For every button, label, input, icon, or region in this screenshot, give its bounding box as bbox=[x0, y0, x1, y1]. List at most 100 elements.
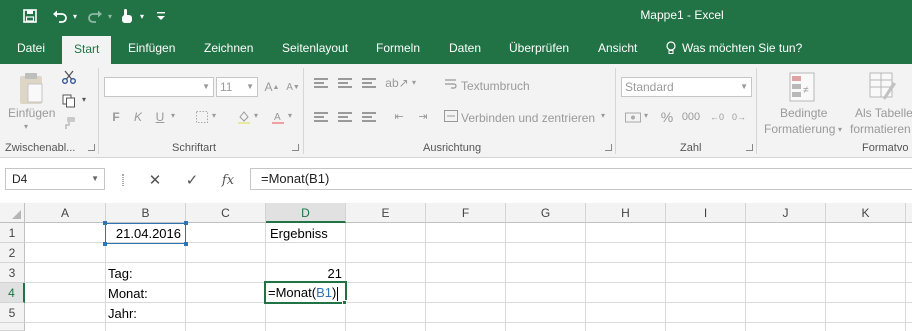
underline-button[interactable]: U bbox=[152, 108, 168, 126]
column-header-g[interactable]: G bbox=[506, 203, 586, 223]
column-header-d[interactable]: D bbox=[266, 203, 346, 223]
merge-center-icon[interactable] bbox=[443, 108, 459, 124]
enter-icon[interactable]: ✓ bbox=[182, 170, 202, 190]
conditional-formatting-label-2[interactable]: Formatierung bbox=[764, 122, 835, 136]
alignment-launcher-icon[interactable] bbox=[605, 144, 612, 151]
row-header-2[interactable]: 2 bbox=[0, 243, 25, 263]
grow-font-icon[interactable]: A ▲ bbox=[264, 77, 280, 97]
cell-b5[interactable]: Jahr: bbox=[107, 304, 184, 323]
increase-decimal-icon[interactable]: ←0 bbox=[708, 108, 726, 126]
format-painter-icon[interactable] bbox=[60, 114, 78, 132]
tab-seitenlayout[interactable]: Seitenlayout bbox=[282, 32, 348, 64]
font-name-combo[interactable]: ▼ bbox=[104, 77, 214, 97]
cell-d4-editor[interactable]: =Monat(B1) bbox=[268, 283, 339, 302]
tab-daten[interactable]: Daten bbox=[449, 32, 481, 64]
italic-button[interactable]: K bbox=[130, 108, 146, 126]
orientation-icon[interactable]: ab↗ bbox=[385, 75, 408, 91]
column-header-i[interactable]: I bbox=[666, 203, 746, 223]
number-format-combo[interactable]: Standard ▼ bbox=[621, 77, 752, 97]
conditional-formatting-dropdown-icon[interactable]: ▾ bbox=[838, 125, 842, 134]
column-header-j[interactable]: J bbox=[746, 203, 826, 223]
tab-einfuegen[interactable]: Einfügen bbox=[128, 32, 175, 64]
tab-ueberpruefen[interactable]: Überprüfen bbox=[509, 32, 569, 64]
row-header-1[interactable]: 1 bbox=[0, 223, 25, 243]
select-all-button[interactable] bbox=[0, 203, 25, 223]
thousands-separator-button[interactable]: 000 bbox=[680, 108, 702, 126]
font-group-label: Schriftart bbox=[172, 142, 217, 154]
row-header-4[interactable]: 4 bbox=[0, 283, 25, 303]
shrink-font-icon[interactable]: A ▼ bbox=[285, 77, 301, 97]
column-header-c[interactable]: C bbox=[186, 203, 266, 223]
column-header-e[interactable]: E bbox=[346, 203, 426, 223]
paste-icon[interactable] bbox=[14, 70, 48, 108]
wrap-text-icon[interactable] bbox=[443, 76, 459, 92]
increase-indent-icon[interactable]: ⇥ bbox=[414, 108, 432, 124]
font-color-icon[interactable]: A bbox=[270, 108, 286, 126]
fill-handle[interactable] bbox=[342, 300, 347, 305]
tab-formeln[interactable]: Formeln bbox=[376, 32, 420, 64]
tab-ansicht[interactable]: Ansicht bbox=[598, 32, 637, 64]
merge-center-button[interactable]: Verbinden und zentrieren bbox=[461, 111, 595, 125]
column-header-l[interactable] bbox=[906, 203, 912, 223]
wrap-text-button[interactable]: Textumbruch bbox=[461, 79, 530, 93]
font-launcher-icon[interactable] bbox=[292, 144, 299, 151]
underline-dropdown-icon[interactable]: ▾ bbox=[171, 111, 175, 120]
format-as-table-label-1[interactable]: Als Tabelle bbox=[855, 106, 912, 120]
copy-dropdown-icon[interactable]: ▾ bbox=[82, 95, 86, 104]
align-middle-icon[interactable] bbox=[338, 78, 352, 88]
number-launcher-icon[interactable] bbox=[746, 144, 753, 151]
format-as-table-label-2[interactable]: formatieren bbox=[850, 122, 911, 136]
row-header-5[interactable]: 5 bbox=[0, 303, 25, 323]
align-center-icon[interactable] bbox=[338, 112, 352, 122]
percent-button[interactable]: % bbox=[658, 108, 676, 126]
row-header-6[interactable] bbox=[0, 323, 25, 331]
cancel-icon[interactable]: ✕ bbox=[145, 170, 165, 190]
bold-button[interactable]: F bbox=[108, 108, 124, 126]
column-header-b[interactable]: B bbox=[106, 203, 186, 223]
tab-datei[interactable]: Datei bbox=[17, 32, 45, 64]
row-header-3[interactable]: 3 bbox=[0, 263, 25, 283]
align-bottom-icon[interactable] bbox=[362, 78, 376, 88]
cut-icon[interactable] bbox=[60, 68, 78, 86]
cell-b1[interactable]: 21.04.2016 bbox=[106, 224, 185, 243]
currency-dropdown-icon[interactable]: ▾ bbox=[644, 111, 648, 120]
decrease-indent-icon[interactable]: ⇤ bbox=[390, 108, 408, 124]
paste-label[interactable]: Einfügen bbox=[8, 106, 55, 120]
clipboard-launcher-icon[interactable] bbox=[88, 144, 95, 151]
cell-d1[interactable]: Ergebniss bbox=[268, 224, 345, 243]
tab-start[interactable]: Start bbox=[62, 36, 112, 64]
tab-zeichnen[interactable]: Zeichnen bbox=[204, 32, 253, 64]
cell-b4[interactable]: Monat: bbox=[107, 284, 184, 303]
name-box[interactable]: D4 ▼ bbox=[5, 168, 105, 190]
column-header-f[interactable]: F bbox=[426, 203, 506, 223]
cell-b3[interactable]: Tag: bbox=[107, 264, 184, 283]
column-header-h[interactable]: H bbox=[586, 203, 666, 223]
column-header-k[interactable]: K bbox=[826, 203, 906, 223]
formula-bar-grip[interactable] bbox=[122, 174, 124, 186]
font-size-value: 11 bbox=[220, 80, 233, 94]
align-right-icon[interactable] bbox=[362, 112, 376, 122]
orientation-dropdown-icon[interactable]: ▾ bbox=[412, 78, 416, 87]
align-left-icon[interactable] bbox=[314, 112, 328, 122]
borders-icon[interactable] bbox=[194, 108, 210, 126]
active-cell-d4[interactable]: =Monat(B1) bbox=[264, 281, 347, 304]
fill-color-icon[interactable] bbox=[236, 108, 252, 126]
decrease-decimal-icon[interactable]: 0→ bbox=[730, 108, 748, 126]
borders-dropdown-icon[interactable]: ▾ bbox=[212, 111, 216, 120]
font-color-dropdown-icon[interactable]: ▾ bbox=[288, 111, 292, 120]
formula-input[interactable]: =Monat(B1) bbox=[250, 168, 912, 190]
fill-color-dropdown-icon[interactable]: ▾ bbox=[254, 111, 258, 120]
paste-dropdown-icon[interactable]: ▾ bbox=[24, 122, 28, 131]
currency-icon[interactable] bbox=[624, 108, 642, 126]
insert-function-button[interactable]: fx bbox=[218, 170, 238, 190]
tell-me-box[interactable]: Was möchten Sie tun? bbox=[666, 32, 802, 64]
conditional-formatting-icon[interactable]: ≠ bbox=[788, 70, 816, 104]
merge-dropdown-icon[interactable]: ▾ bbox=[601, 111, 605, 120]
align-top-icon[interactable] bbox=[314, 78, 328, 88]
copy-icon[interactable] bbox=[60, 92, 78, 110]
font-size-combo[interactable]: 11 ▼ bbox=[216, 77, 258, 97]
format-as-table-icon[interactable] bbox=[868, 70, 898, 104]
column-header-a[interactable]: A bbox=[25, 203, 106, 223]
conditional-formatting-label-1[interactable]: Bedingte bbox=[780, 106, 827, 120]
ribbon-tabs: Datei Start Einfügen Zeichnen Seitenlayo… bbox=[0, 32, 912, 64]
